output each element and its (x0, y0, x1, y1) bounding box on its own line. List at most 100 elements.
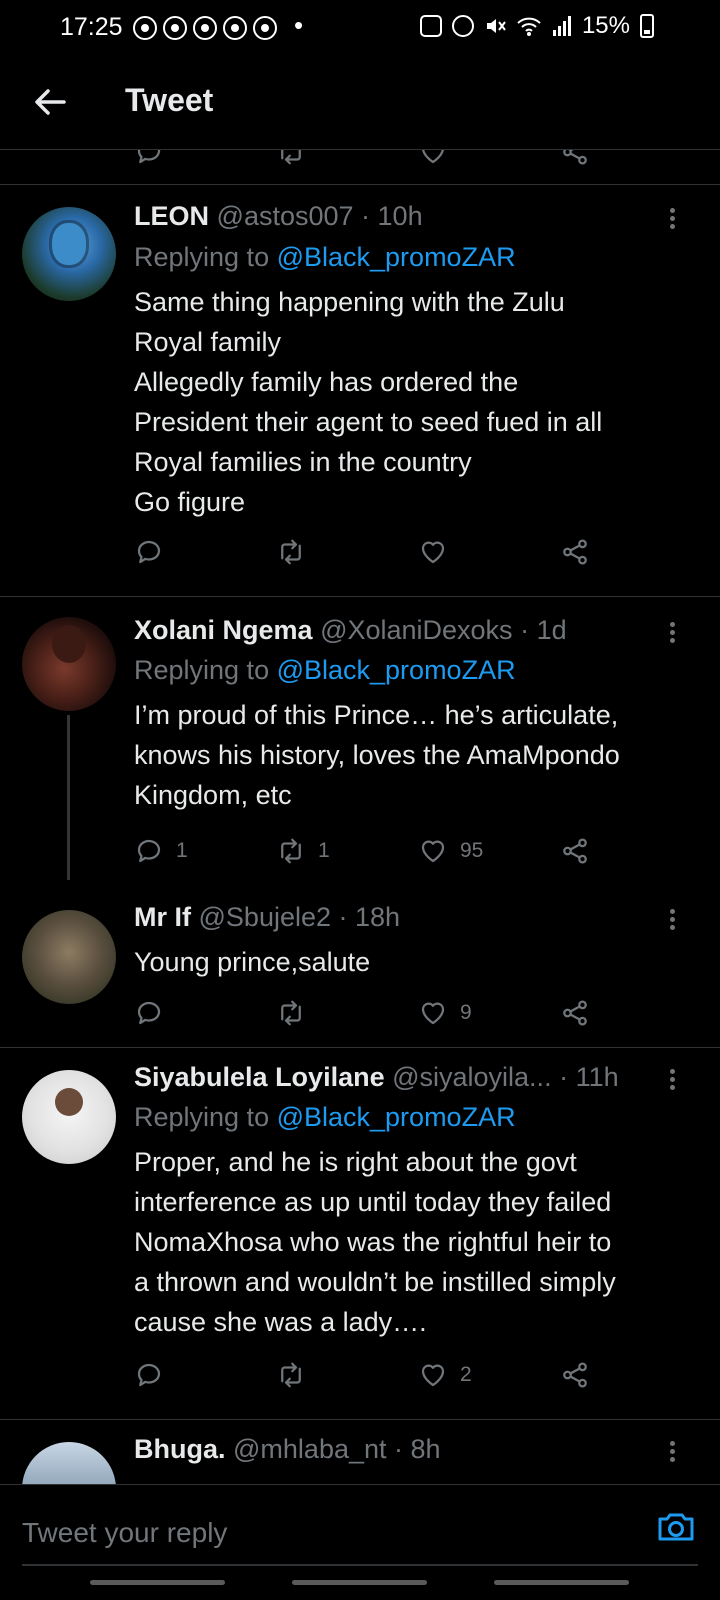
replying-to: Replying to @Black_promoZAR (134, 1102, 516, 1133)
notification-icon (163, 16, 187, 40)
tweet-text-line: Royal families in the country (134, 447, 472, 477)
tweet-leon[interactable]: LEON @astos007 · 10h Replying to @Black_… (0, 185, 720, 597)
more-vertical-icon (658, 1441, 686, 1462)
display-name[interactable]: LEON (134, 201, 209, 231)
avatar[interactable] (22, 1442, 116, 1484)
share-button[interactable] (560, 1355, 590, 1395)
tweet-text-line: Royal family (134, 327, 282, 357)
share-icon (563, 539, 587, 565)
reply-button[interactable]: 1 (134, 831, 188, 871)
tweet-mr-if[interactable]: Mr If @Sbujele2 · 18h Young prince,salut… (0, 880, 720, 1048)
separator-dot: · (551, 1062, 576, 1092)
replying-to-label: Replying to (134, 242, 277, 272)
nav-back-handle[interactable] (494, 1580, 629, 1585)
reply-count: 1 (176, 839, 188, 862)
camera-button[interactable] (654, 1505, 698, 1549)
display-name[interactable]: Xolani Ngema (134, 615, 313, 645)
reply-icon (137, 540, 161, 564)
more-options-button[interactable] (658, 1066, 686, 1098)
share-button[interactable] (560, 532, 590, 572)
more-options-button[interactable] (658, 205, 686, 237)
like-button[interactable] (418, 532, 448, 572)
camera-icon (658, 1513, 694, 1541)
separator-dot: · (331, 902, 356, 932)
tweet-text-line: Young prince,salute (134, 947, 371, 977)
share-button[interactable] (560, 831, 590, 871)
retweet-button[interactable] (276, 993, 306, 1033)
tweet-actions: 9 (134, 993, 614, 1033)
user-handle: @siyaloyila... (392, 1062, 552, 1092)
replying-to: Replying to @Black_promoZAR (134, 242, 516, 273)
status-bar: 17:25 • 15% (0, 0, 720, 58)
reply-button[interactable] (134, 993, 164, 1033)
retweet-icon (281, 1362, 301, 1388)
like-button[interactable] (418, 150, 448, 172)
retweet-button[interactable] (276, 150, 306, 172)
user-handle: @mhlaba_nt (233, 1434, 387, 1464)
share-icon (563, 150, 587, 165)
tweet-text: Young prince,salute (134, 942, 690, 982)
system-navigation-bar (0, 1580, 720, 1588)
display-name[interactable]: Siyabulela Loyilane (134, 1062, 385, 1092)
nav-recents-handle[interactable] (90, 1580, 225, 1585)
more-options-button[interactable] (658, 619, 686, 651)
avatar[interactable] (22, 1070, 116, 1164)
display-name[interactable]: Bhuga. (134, 1434, 226, 1464)
like-button[interactable]: 95 (418, 831, 483, 871)
nav-home-handle[interactable] (292, 1580, 427, 1585)
like-button[interactable]: 2 (418, 1355, 472, 1395)
tweet-text-line: a thrown and wouldn’t be instilled simpl… (134, 1267, 616, 1297)
reply-mention-link[interactable]: @Black_promoZAR (277, 655, 516, 685)
alarm-icon (451, 15, 474, 37)
separator-dot: · (353, 201, 378, 231)
tweet-header: Mr If @Sbujele2 · 18h (134, 902, 650, 933)
share-button[interactable] (560, 150, 590, 172)
like-count: 95 (460, 839, 484, 862)
reply-mention-link[interactable]: @Black_promoZAR (277, 1102, 516, 1132)
tweet-header: Bhuga. @mhlaba_nt · 8h (134, 1434, 650, 1465)
reply-mention-link[interactable]: @Black_promoZAR (277, 242, 516, 272)
share-button[interactable] (560, 993, 590, 1033)
timestamp: 8h (410, 1434, 441, 1464)
tweet-actions (134, 532, 614, 572)
tweet-bhuga[interactable]: Bhuga. @mhlaba_nt · 8h (0, 1420, 720, 1484)
more-options-button[interactable] (658, 906, 686, 938)
status-bullet: • (294, 10, 304, 40)
reply-icon (137, 1363, 161, 1387)
avatar[interactable] (22, 617, 116, 711)
tweet-text-line: I’m proud of this Prince… he’s articulat… (134, 700, 619, 730)
tweet-xolani[interactable]: Xolani Ngema @XolaniDexoks · 1d Replying… (0, 597, 720, 880)
wifi-icon (517, 17, 541, 36)
more-vertical-icon (658, 208, 686, 229)
reply-button[interactable] (134, 1355, 164, 1395)
tweet-header: Siyabulela Loyilane @siyaloyila... · 11h (134, 1062, 650, 1093)
retweet-icon (281, 150, 301, 165)
heart-icon (421, 1002, 445, 1025)
display-name[interactable]: Mr If (134, 902, 191, 932)
status-time: 17:25 (60, 13, 123, 41)
avatar[interactable] (22, 207, 116, 301)
tweet-text-line: President their agent to seed fued in al… (134, 407, 603, 437)
reply-button[interactable] (134, 532, 164, 572)
tweet-text: Same thing happening with the Zulu Royal… (134, 282, 690, 522)
tweet-siyabulela[interactable]: Siyabulela Loyilane @siyaloyila... · 11h… (0, 1048, 720, 1420)
reply-icon (137, 1001, 161, 1025)
tweet-text-line: NomaXhosa who was the rightful heir to (134, 1227, 612, 1257)
reply-button[interactable] (134, 150, 164, 172)
retweet-button[interactable] (276, 532, 306, 572)
tweet-header: LEON @astos007 · 10h (134, 201, 650, 232)
share-icon (563, 1000, 587, 1026)
back-button[interactable] (28, 80, 72, 124)
separator-dot: · (512, 615, 537, 645)
mute-icon (486, 19, 506, 33)
retweet-button[interactable]: 1 (276, 831, 330, 871)
heart-icon (422, 150, 444, 164)
tweet-text-line: Same thing happening with the Zulu (134, 287, 565, 317)
more-options-button[interactable] (658, 1438, 686, 1470)
like-button[interactable]: 9 (418, 993, 472, 1033)
avatar[interactable] (22, 910, 116, 1004)
retweet-icon (281, 1000, 301, 1026)
reply-input[interactable] (22, 1511, 622, 1555)
more-vertical-icon (658, 1069, 686, 1090)
retweet-button[interactable] (276, 1355, 306, 1395)
